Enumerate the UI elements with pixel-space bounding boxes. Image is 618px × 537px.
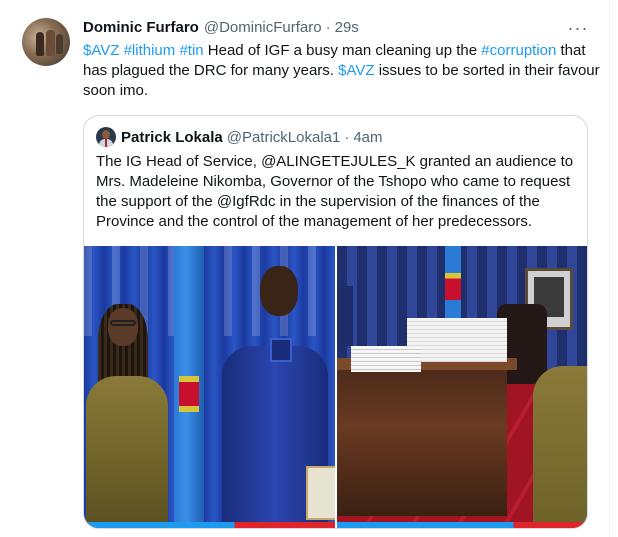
separator-dot: · — [344, 128, 350, 146]
quoted-author-avatar — [96, 127, 116, 147]
cashtag-link[interactable]: $AVZ — [83, 42, 119, 59]
separator-dot: · — [325, 18, 331, 36]
quoted-author-name: Patrick Lokala — [121, 128, 223, 146]
hashtag-link[interactable]: #lithium — [124, 42, 176, 59]
tweet-text-part: Head of IGF a busy man cleaning up the — [203, 42, 482, 59]
quoted-tweet-text: The IG Head of Service, @ALINGETEJULES_K… — [96, 153, 574, 230]
quoted-tweet-header: Patrick Lokala @PatrickLokala1 · 4am — [96, 127, 383, 147]
cashtag-link[interactable]: $AVZ — [338, 62, 374, 79]
tweet-timestamp[interactable]: 29s — [335, 19, 359, 36]
hashtag-link[interactable]: #tin — [179, 42, 203, 59]
quoted-photo-office[interactable] — [337, 246, 587, 528]
quoted-tweet-card[interactable]: Patrick Lokala @PatrickLokala1 · 4am The… — [83, 115, 588, 529]
author-avatar[interactable] — [22, 18, 70, 66]
hashtag-link[interactable]: #corruption — [481, 42, 556, 59]
quoted-tweet-timestamp: 4am — [353, 128, 383, 146]
quoted-photo-meeting[interactable] — [84, 246, 335, 528]
author-handle[interactable]: @DominicFurfaro — [204, 19, 322, 36]
more-options-icon[interactable]: ··· — [566, 18, 590, 38]
quoted-author-handle: @PatrickLokala1 — [226, 128, 341, 146]
tweet-text: $AVZ #lithium #tin Head of IGF a busy ma… — [83, 41, 603, 101]
tweet-header: Dominic Furfaro @DominicFurfaro · 29s — [83, 17, 359, 37]
author-name[interactable]: Dominic Furfaro — [83, 19, 199, 36]
timeline-border — [609, 0, 610, 537]
